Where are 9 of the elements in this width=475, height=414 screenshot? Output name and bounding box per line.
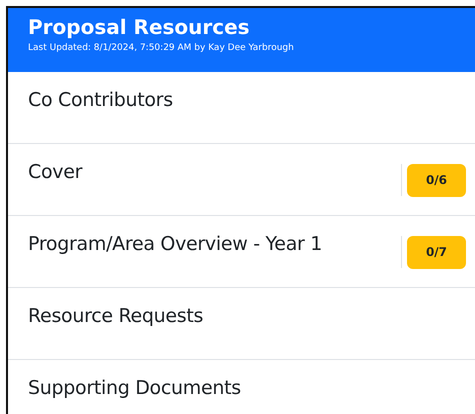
section-link[interactable]: Supporting Documents (28, 376, 241, 400)
section-link[interactable]: Co Contributors (28, 88, 173, 112)
last-updated-text: Last Updated: 8/1/2024, 7:50:29 AM by Kay Dee Yarbrough (28, 42, 295, 55)
section-link[interactable]: Resource Requests (28, 304, 204, 328)
panel-title: Proposal Resources (28, 14, 251, 41)
section-link[interactable]: Program/Area Overview - Year 1 (28, 232, 322, 256)
progress-badge: 0/6 (407, 164, 466, 196)
section-link[interactable]: Cover (28, 160, 82, 184)
progress-badge: 0/7 (407, 236, 466, 268)
